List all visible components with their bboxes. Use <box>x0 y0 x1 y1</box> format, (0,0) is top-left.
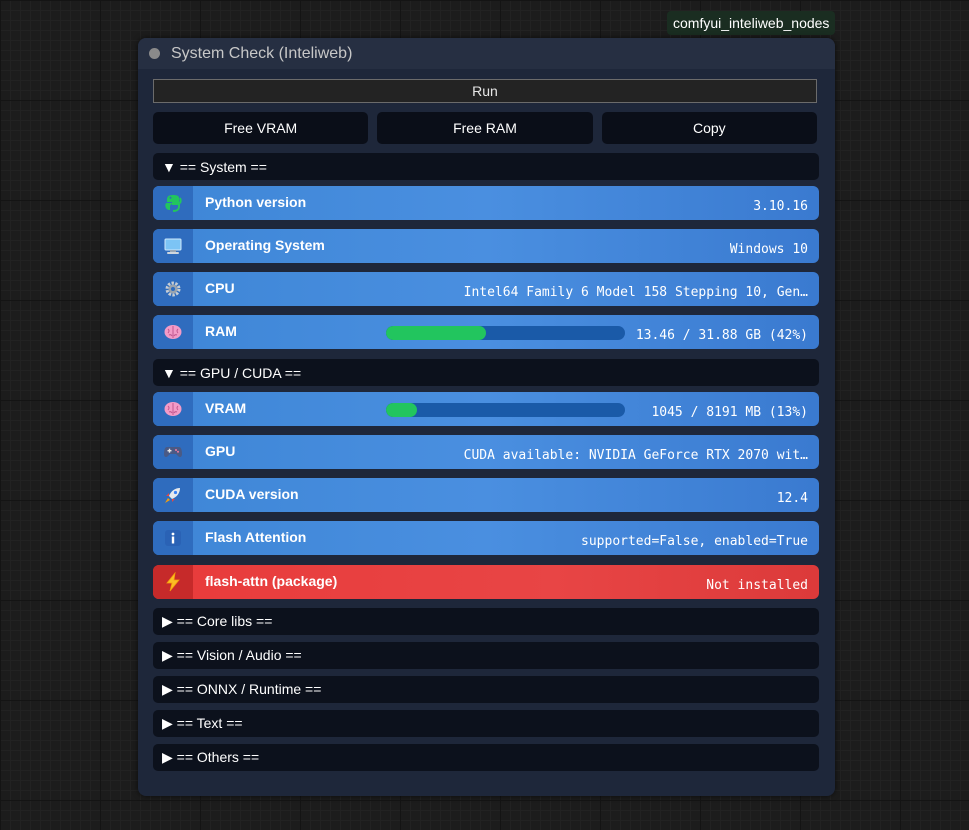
action-button-row: Free VRAM Free RAM Copy <box>153 112 817 144</box>
row-flash-attention: Flash Attention supported=False, enabled… <box>153 521 819 555</box>
python-version-label: Python version <box>205 194 307 210</box>
row-ram: RAM 13.46 / 31.88 GB (42%) <box>153 315 819 349</box>
node-title-bar[interactable]: System Check (Inteliweb) <box>138 38 835 69</box>
node-pack-badge: comfyui_inteliweb_nodes <box>667 11 836 35</box>
rocket-icon <box>153 478 193 512</box>
row-flash-attn-package: flash-attn (package) Not installed <box>153 565 819 599</box>
copy-button[interactable]: Copy <box>601 112 817 144</box>
section-system-header[interactable]: ▼ == System == <box>153 153 819 180</box>
row-cuda-version: CUDA version 12.4 <box>153 478 819 512</box>
gpu-label: GPU <box>205 443 236 459</box>
flash-attn-package-label: flash-attn (package) <box>205 573 338 589</box>
ram-usage-bar <box>386 326 625 340</box>
ram-label: RAM <box>205 323 237 339</box>
monitor-icon <box>153 229 193 263</box>
flash-attention-label: Flash Attention <box>205 529 307 545</box>
section-core-libs-header[interactable]: ▶ == Core libs == <box>153 608 819 635</box>
run-button[interactable]: Run <box>153 79 817 103</box>
section-onnx-runtime-header[interactable]: ▶ == ONNX / Runtime == <box>153 676 819 703</box>
brain-icon <box>153 392 193 426</box>
section-gpu-header[interactable]: ▼ == GPU / CUDA == <box>153 359 819 386</box>
vram-value: 1045 / 8191 MB (13%) <box>651 405 808 420</box>
row-cpu: CPU Intel64 Family 6 Model 158 Stepping … <box>153 272 819 306</box>
info-icon <box>153 521 193 555</box>
cpu-value: Intel64 Family 6 Model 158 Stepping 10, … <box>463 285 808 300</box>
gear-icon <box>153 272 193 306</box>
vram-label: VRAM <box>205 400 247 416</box>
node-title: System Check (Inteliweb) <box>171 44 353 62</box>
flash-attention-value: supported=False, enabled=True <box>581 534 808 549</box>
python-version-value: 3.10.16 <box>753 199 808 214</box>
section-others-header[interactable]: ▶ == Others == <box>153 744 819 771</box>
row-operating-system: Operating System Windows 10 <box>153 229 819 263</box>
ram-usage-fill <box>386 326 487 340</box>
system-check-node[interactable]: System Check (Inteliweb) Run Free VRAM F… <box>138 38 835 796</box>
section-vision-audio-header[interactable]: ▶ == Vision / Audio == <box>153 642 819 669</box>
vram-usage-bar <box>386 403 625 417</box>
cuda-version-value: 12.4 <box>776 491 808 506</box>
lightning-icon <box>153 565 193 599</box>
collapse-dot-icon[interactable] <box>149 48 160 59</box>
row-gpu: GPU CUDA available: NVIDIA GeForce RTX 2… <box>153 435 819 469</box>
free-vram-button[interactable]: Free VRAM <box>153 112 369 144</box>
python-icon <box>153 186 193 220</box>
flash-attn-package-value: Not installed <box>706 578 808 593</box>
os-value: Windows 10 <box>729 242 808 257</box>
gpu-value: CUDA available: NVIDIA GeForce RTX 2070 … <box>463 448 808 463</box>
brain-icon <box>153 315 193 349</box>
row-vram: VRAM 1045 / 8191 MB (13%) <box>153 392 819 426</box>
section-text-header[interactable]: ▶ == Text == <box>153 710 819 737</box>
vram-usage-fill <box>386 403 418 417</box>
row-python-version: Python version 3.10.16 <box>153 186 819 220</box>
cuda-version-label: CUDA version <box>205 486 299 502</box>
cpu-label: CPU <box>205 280 235 296</box>
free-ram-button[interactable]: Free RAM <box>377 112 593 144</box>
os-label: Operating System <box>205 237 325 253</box>
gamepad-icon <box>153 435 193 469</box>
ram-value: 13.46 / 31.88 GB (42%) <box>635 328 808 343</box>
